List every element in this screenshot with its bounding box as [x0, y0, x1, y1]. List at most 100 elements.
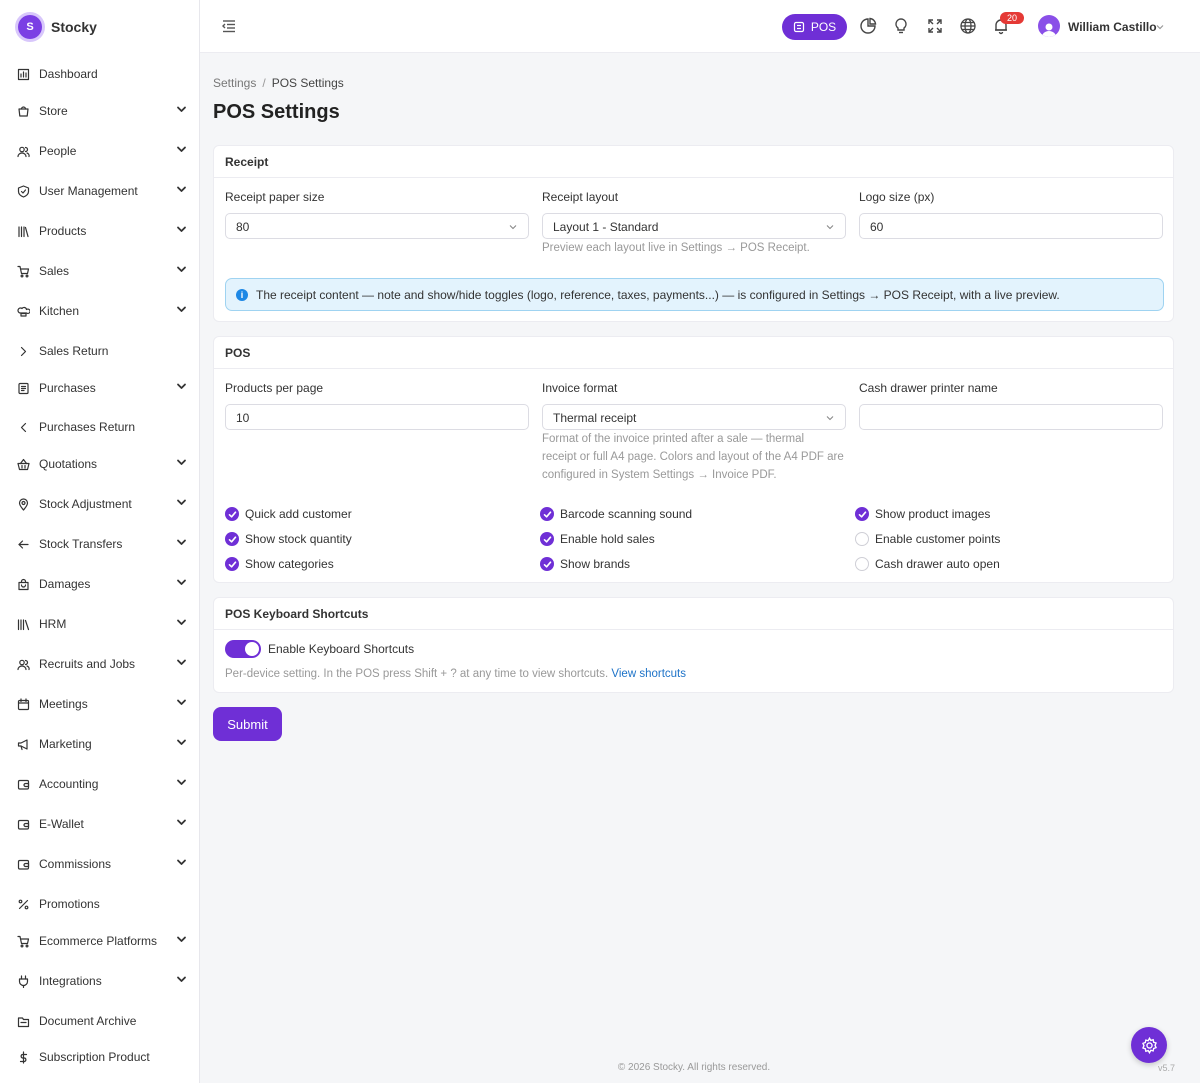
keyboard-shortcuts-label: Enable Keyboard Shortcuts	[268, 642, 415, 656]
shield-icon	[17, 184, 30, 198]
pie-chart-icon[interactable]	[859, 17, 877, 35]
checkbox-show-stock-quantity[interactable]: Show stock quantity	[225, 532, 352, 546]
chevron-down-icon[interactable]	[176, 497, 187, 508]
keyboard-shortcuts-toggle[interactable]	[225, 640, 261, 658]
library-icon	[17, 618, 30, 631]
chevron-down-icon[interactable]	[176, 577, 187, 588]
chevron-down-icon[interactable]	[176, 184, 187, 195]
checkbox-enable-customer-points[interactable]: Enable customer points	[855, 532, 1000, 546]
sidebar-item-kitchen[interactable]: Kitchen	[0, 300, 200, 322]
view-shortcuts-link[interactable]: View shortcuts	[611, 668, 686, 680]
globe-icon[interactable]	[959, 17, 977, 35]
chevron-down-icon[interactable]	[176, 381, 187, 392]
checkbox-label: Show stock quantity	[245, 532, 352, 546]
chevron-down-icon[interactable]	[176, 857, 187, 868]
sidebar-item-purchases-return[interactable]: Purchases Return	[0, 416, 200, 438]
checkbox-cash-drawer-auto-open[interactable]: Cash drawer auto open	[855, 557, 1000, 571]
chevron-down-icon[interactable]	[176, 304, 187, 315]
invoice-format-value: Thermal receipt	[553, 411, 637, 425]
brand[interactable]: S Stocky	[0, 0, 199, 53]
sidebar-item-commissions[interactable]: Commissions	[0, 853, 200, 875]
breadcrumb-parent[interactable]: Settings	[213, 76, 256, 90]
sidebar-item-integrations[interactable]: Integrations	[0, 970, 200, 992]
chevron-down-icon[interactable]	[176, 457, 187, 468]
logo-size-input[interactable]: 60	[859, 213, 1163, 239]
checkbox-unchecked-icon[interactable]	[855, 532, 869, 546]
checkbox-quick-add-customer[interactable]: Quick add customer	[225, 507, 352, 521]
menu-toggle-icon[interactable]	[221, 18, 237, 34]
user-name[interactable]: William Castillo	[1068, 20, 1157, 34]
lightbulb-icon[interactable]	[892, 17, 910, 35]
checkbox-show-product-images[interactable]: Show product images	[855, 507, 990, 521]
chevron-down-icon[interactable]	[176, 617, 187, 628]
sidebar-item-sales[interactable]: Sales	[0, 260, 200, 282]
logo-size-label: Logo size (px)	[859, 190, 935, 204]
sidebar-item-accounting[interactable]: Accounting	[0, 773, 200, 795]
cash-drawer-input[interactable]	[859, 404, 1163, 430]
invoice-format-select[interactable]: Thermal receipt	[542, 404, 846, 430]
avatar[interactable]	[1038, 15, 1060, 37]
paper-size-value: 80	[236, 220, 250, 234]
location-pin-icon	[17, 497, 30, 511]
checkbox-checked-icon[interactable]	[225, 557, 239, 571]
sidebar-item-dashboard[interactable]: Dashboard	[0, 63, 200, 85]
chevron-down-icon[interactable]	[1155, 22, 1165, 32]
paper-size-select[interactable]: 80	[225, 213, 529, 239]
sidebar-item-store[interactable]: Store	[0, 100, 200, 122]
sidebar-item-hrm[interactable]: HRM	[0, 613, 200, 635]
checkbox-barcode-scanning-sound[interactable]: Barcode scanning sound	[540, 507, 692, 521]
checkbox-checked-icon[interactable]	[540, 532, 554, 546]
sidebar-item-quotations[interactable]: Quotations	[0, 453, 200, 475]
sidebar-item-label: Damages	[39, 577, 91, 591]
checkbox-checked-icon[interactable]	[225, 532, 239, 546]
sidebar-item-recruits-and-jobs[interactable]: Recruits and Jobs	[0, 653, 200, 675]
checkbox-show-brands[interactable]: Show brands	[540, 557, 630, 571]
checkbox-show-categories[interactable]: Show categories	[225, 557, 334, 571]
sidebar-item-ecommerce-platforms[interactable]: Ecommerce Platforms	[0, 930, 200, 952]
chevron-down-icon[interactable]	[176, 657, 187, 668]
checkbox-enable-hold-sales[interactable]: Enable hold sales	[540, 532, 655, 546]
checkbox-checked-icon[interactable]	[540, 507, 554, 521]
checkbox-checked-icon[interactable]	[855, 507, 869, 521]
pos-button[interactable]: POS	[782, 14, 847, 40]
fullscreen-icon[interactable]	[926, 17, 944, 35]
sidebar-item-sales-return[interactable]: Sales Return	[0, 340, 200, 362]
receipt-layout-select[interactable]: Layout 1 - Standard	[542, 213, 846, 239]
chevron-down-icon[interactable]	[176, 934, 187, 945]
chevron-down-icon[interactable]	[176, 974, 187, 985]
sidebar-item-people[interactable]: People	[0, 140, 200, 162]
chevron-down-icon[interactable]	[176, 224, 187, 235]
settings-fab[interactable]	[1131, 1027, 1167, 1063]
sidebar-item-label: Kitchen	[39, 304, 80, 318]
sidebar-item-user-management[interactable]: User Management	[0, 180, 200, 202]
checkbox-checked-icon[interactable]	[540, 557, 554, 571]
sidebar-item-products[interactable]: Products	[0, 220, 200, 242]
breadcrumb: Settings / POS Settings	[213, 76, 344, 90]
products-per-page-input[interactable]: 10	[225, 404, 529, 430]
receipt-layout-help: Preview each layout live in Settings → P…	[542, 242, 810, 254]
chevron-down-icon[interactable]	[176, 537, 187, 548]
chevron-down-icon[interactable]	[176, 777, 187, 788]
sidebar-item-marketing[interactable]: Marketing	[0, 733, 200, 755]
sidebar-item-subscription-product[interactable]: Subscription Product	[0, 1046, 200, 1068]
sidebar-item-label: Products	[39, 224, 87, 238]
sidebar-item-stock-adjustment[interactable]: Stock Adjustment	[0, 493, 200, 515]
chevron-down-icon[interactable]	[176, 817, 187, 828]
checkbox-unchecked-icon[interactable]	[855, 557, 869, 571]
sidebar-item-purchases[interactable]: Purchases	[0, 377, 200, 399]
submit-button[interactable]: Submit	[213, 707, 282, 741]
sidebar-item-damages[interactable]: Damages	[0, 573, 200, 595]
checkbox-checked-icon[interactable]	[225, 507, 239, 521]
chevron-down-icon[interactable]	[176, 737, 187, 748]
receipt-info-alert: i The receipt content — note and show/hi…	[225, 278, 1164, 311]
sidebar-item-promotions[interactable]: Promotions	[0, 893, 200, 915]
chevron-down-icon[interactable]	[176, 264, 187, 275]
sidebar-item-stock-transfers[interactable]: Stock Transfers	[0, 533, 200, 555]
sidebar-item-document-archive[interactable]: Document Archive	[0, 1010, 200, 1032]
chevron-down-icon[interactable]	[176, 697, 187, 708]
chevron-down-icon[interactable]	[176, 104, 187, 115]
sidebar-item-e-wallet[interactable]: E-Wallet	[0, 813, 200, 835]
chevron-down-icon[interactable]	[176, 144, 187, 155]
sidebar-item-meetings[interactable]: Meetings	[0, 693, 200, 715]
shortcuts-card-title: POS Keyboard Shortcuts	[214, 598, 1173, 630]
